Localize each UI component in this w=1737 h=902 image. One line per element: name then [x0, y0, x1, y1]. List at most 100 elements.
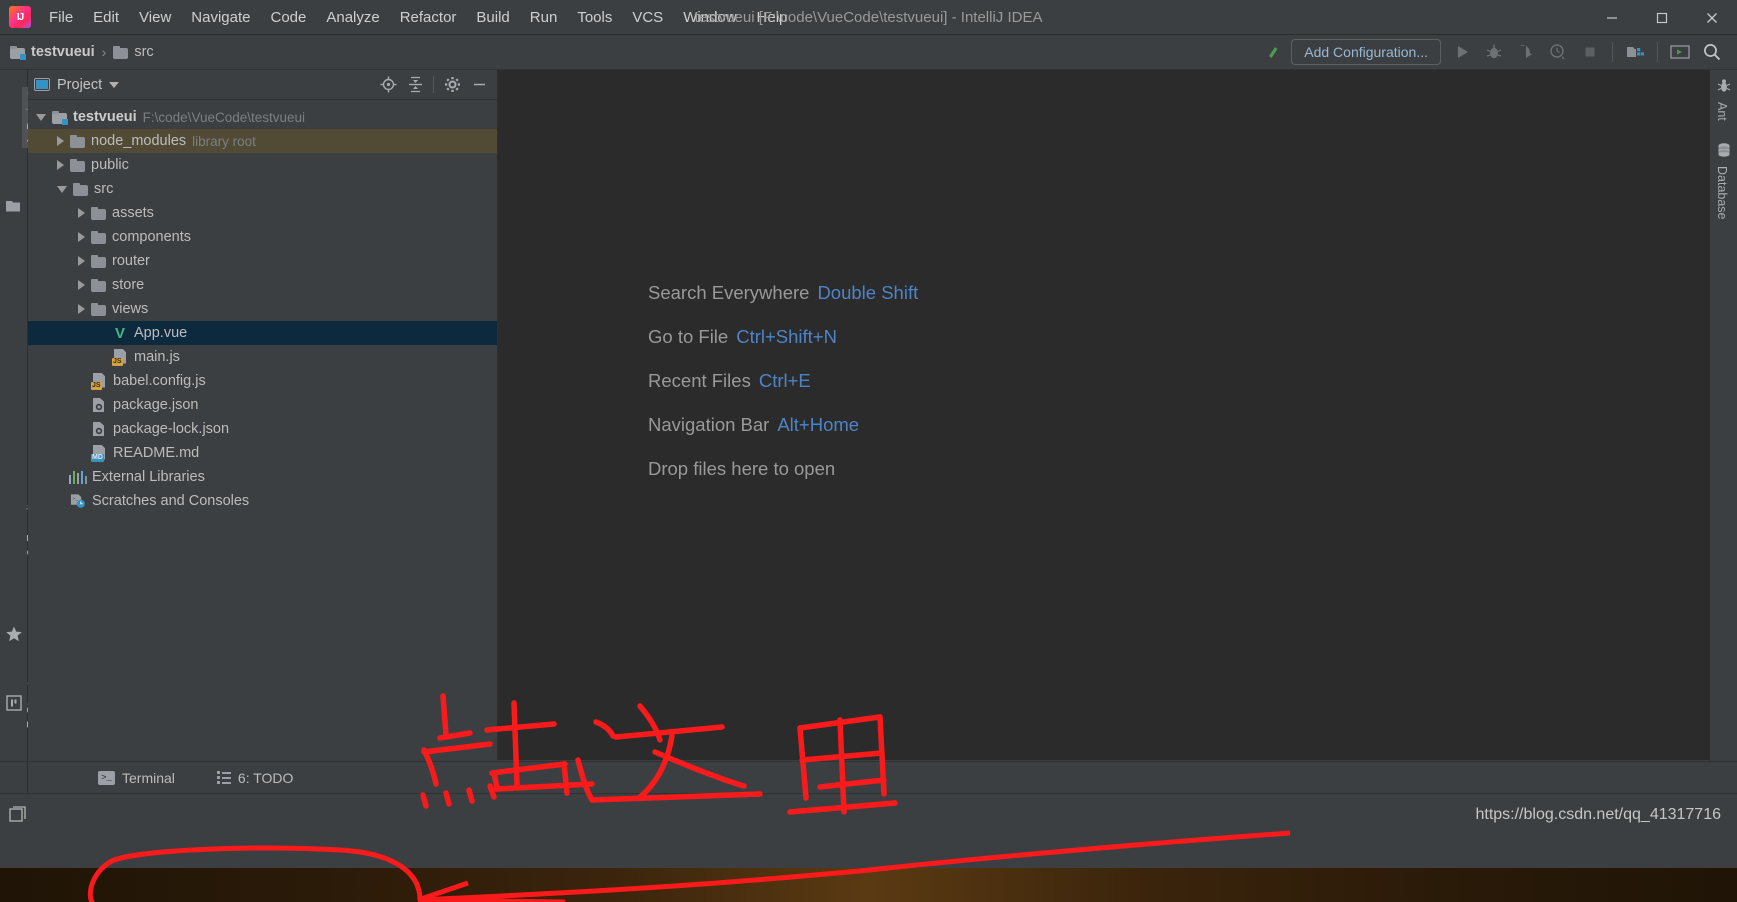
breadcrumb-item-module[interactable]: testvueui [10, 44, 95, 60]
project-tree[interactable]: testvueui F:\code\VueCode\testvueui node_m… [28, 100, 497, 513]
tree-node-main-js[interactable]: JS main.js [28, 345, 497, 369]
menu-item-file[interactable]: File [39, 6, 83, 29]
chevron-right-icon[interactable] [78, 304, 85, 314]
run-with-coverage-icon[interactable] [1511, 38, 1541, 66]
hide-panel-icon[interactable] [467, 73, 491, 97]
navigation-toolbar: testvueui › src Add Configuration... [0, 35, 1737, 70]
statusbar-left-gap [0, 761, 28, 794]
tree-node-label: main.js [134, 349, 180, 365]
breadcrumb-label: testvueui [31, 44, 95, 60]
watermark-url: https://blog.csdn.net/qq_41317716 [1475, 806, 1721, 823]
menu-item-navigate[interactable]: Navigate [181, 6, 260, 29]
toggle-tool-windows-icon[interactable] [9, 806, 27, 824]
tree-node-store[interactable]: store [28, 273, 497, 297]
chevron-right-icon[interactable] [78, 208, 85, 218]
project-panel-header: Project [28, 70, 497, 100]
tree-node-package-json[interactable]: package.json [28, 393, 497, 417]
menu-item-run[interactable]: Run [520, 6, 568, 29]
chevron-right-icon[interactable] [78, 256, 85, 266]
panel-toolbar-divider [433, 76, 434, 93]
tree-node-router[interactable]: router [28, 249, 497, 273]
tree-node-label: babel.config.js [113, 373, 206, 389]
minimize-button[interactable] [1587, 0, 1637, 35]
menu-item-build[interactable]: Build [466, 6, 519, 29]
tree-node-label: External Libraries [92, 469, 205, 485]
json-file-icon [91, 421, 107, 438]
statusbar-tab-label: 6: TODO [237, 769, 294, 786]
folder-icon [91, 206, 106, 220]
chevron-down-icon[interactable] [36, 113, 46, 121]
js-file-icon: JS [91, 372, 107, 390]
menu-item-analyze[interactable]: Analyze [316, 6, 389, 29]
menu-item-code[interactable]: Code [260, 6, 316, 29]
collapse-all-icon[interactable] [403, 73, 427, 97]
hammer-build-icon[interactable] [1259, 38, 1289, 66]
add-configuration-button[interactable]: Add Configuration... [1291, 39, 1441, 65]
menu-item-tools[interactable]: Tools [567, 6, 622, 29]
menu-item-refactor[interactable]: Refactor [390, 6, 467, 29]
tree-node-label: assets [112, 205, 154, 221]
tree-node-assets[interactable]: assets [28, 201, 497, 225]
tree-node-app-vue[interactable]: V App.vue [28, 321, 497, 345]
scratches-icon: >_ [70, 493, 86, 510]
editor-hint-action: Recent Files [648, 370, 751, 391]
chevron-right-icon[interactable] [57, 136, 64, 146]
chevron-right-icon[interactable] [57, 160, 64, 170]
settings-gear-icon[interactable] [440, 73, 464, 97]
tree-node-package-lock-json[interactable]: package-lock.json [28, 417, 497, 441]
tree-node-label: components [112, 229, 191, 245]
chevron-right-icon[interactable] [78, 280, 85, 290]
project-folder-icon [5, 198, 23, 213]
tree-node-readme-md[interactable]: MD README.md [28, 441, 497, 465]
folder-icon [91, 230, 106, 244]
sidebar-item-ant[interactable]: Ant [1712, 98, 1732, 125]
breadcrumb-item-src[interactable]: src [113, 44, 154, 60]
project-window-icon [34, 78, 50, 91]
tree-node-label: Scratches and Consoles [92, 493, 250, 509]
statusbar-tab-todo[interactable]: 6: TODO [207, 762, 304, 794]
toolbar-divider [1612, 42, 1613, 62]
run-icon[interactable] [1447, 38, 1477, 66]
editor-hint-shortcut: Ctrl+Shift+N [736, 326, 837, 347]
project-structure-icon[interactable] [1620, 38, 1650, 66]
module-folder-icon [52, 110, 68, 125]
menu-item-view[interactable]: View [129, 6, 181, 29]
tree-node-node-modules[interactable]: node_modules library root [28, 129, 497, 153]
tree-node-src[interactable]: src [28, 177, 497, 201]
menu-item-edit[interactable]: Edit [83, 6, 129, 29]
debug-icon[interactable] [1479, 38, 1509, 66]
breadcrumb-separator: › [101, 44, 107, 60]
maximize-button[interactable] [1637, 0, 1687, 35]
locate-target-icon[interactable] [376, 73, 400, 97]
tree-node-public[interactable]: public [28, 153, 497, 177]
stop-icon[interactable] [1575, 38, 1605, 66]
database-icon [1716, 142, 1732, 158]
tree-node-label: public [91, 157, 129, 173]
close-button[interactable] [1687, 0, 1737, 35]
statusbar-tab-terminal[interactable]: >_ Terminal [88, 762, 185, 794]
tree-node-external-libraries[interactable]: External Libraries [28, 465, 497, 489]
project-panel-title[interactable]: Project [34, 77, 120, 93]
tree-node-views[interactable]: views [28, 297, 497, 321]
chevron-down-icon[interactable] [57, 185, 67, 193]
tree-node-testvueui[interactable]: testvueui F:\code\VueCode\testvueui [28, 105, 497, 129]
desktop-background-strip [0, 868, 1737, 902]
menu-item-vcs[interactable]: VCS [622, 6, 673, 29]
tree-node-babel-config-js[interactable]: JS babel.config.js [28, 369, 497, 393]
folder-icon [91, 254, 106, 268]
search-icon[interactable] [1697, 38, 1727, 66]
tree-node-scratches-and-consoles[interactable]: >_ Scratches and Consoles [28, 489, 497, 513]
tool-window-bar-bottom: >_ Terminal 6: TODO Event Log [0, 761, 1737, 794]
open-terminal-icon[interactable] [1665, 38, 1695, 66]
tree-node-components[interactable]: components [28, 225, 497, 249]
profile-icon[interactable] [1543, 38, 1573, 66]
chevron-right-icon[interactable] [78, 232, 85, 242]
sidebar-item-label: Ant [1715, 102, 1729, 121]
chevron-down-icon[interactable] [109, 81, 120, 88]
toolbar-divider [1657, 42, 1658, 62]
sidebar-item-database[interactable]: Database [1712, 162, 1732, 224]
npm-icon [6, 695, 22, 711]
